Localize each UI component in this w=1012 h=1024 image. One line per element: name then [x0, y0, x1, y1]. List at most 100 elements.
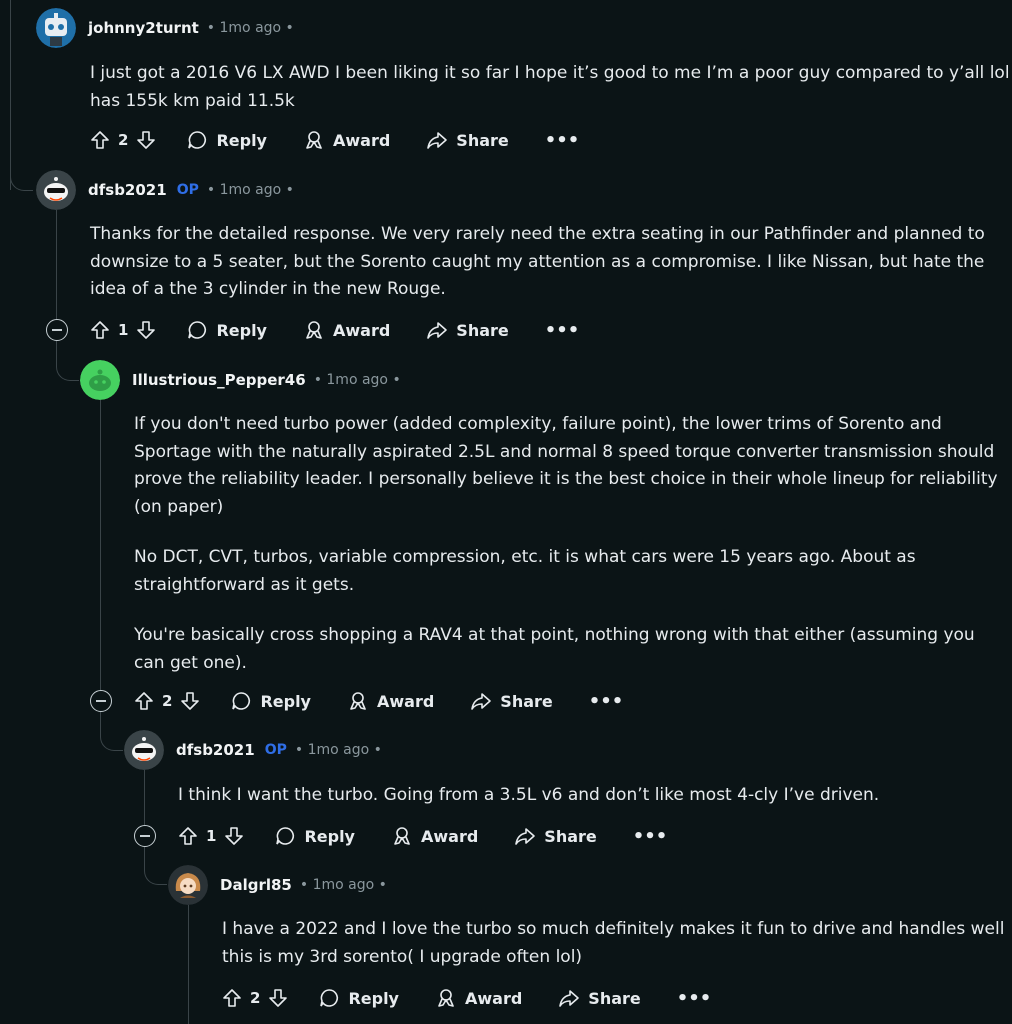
comment-paragraph: I have a 2022 and I love the turbo so mu…: [222, 919, 1005, 967]
award-label: Award: [332, 320, 391, 340]
more-options-icon[interactable]: •••: [589, 691, 624, 712]
thread-line: [188, 905, 189, 1024]
comment-paragraph: Thanks for the detailed response. We ver…: [90, 224, 985, 299]
share-button[interactable]: Share: [558, 987, 641, 1009]
award-label: Award: [464, 988, 523, 1008]
username[interactable]: Dalgrl85: [220, 876, 292, 894]
thread-line: [56, 210, 57, 330]
downvote-icon[interactable]: [224, 826, 244, 846]
thread-line: [144, 770, 145, 825]
award-icon: [347, 690, 369, 712]
comment-header: dfsb2021 OP • 1mo ago •: [124, 730, 382, 770]
upvote-icon[interactable]: [90, 320, 110, 340]
username[interactable]: dfsb2021: [176, 741, 255, 759]
reply-button[interactable]: Reply: [274, 825, 355, 847]
award-icon: [303, 129, 325, 151]
more-options-icon[interactable]: •••: [633, 826, 668, 847]
vote-control: 2: [90, 130, 156, 150]
comment-bubble-icon: [230, 690, 252, 712]
comment-paragraph: I think I want the turbo. Going from a 3…: [178, 785, 880, 805]
award-button[interactable]: Award: [303, 319, 390, 341]
snoo-green-avatar-icon[interactable]: [80, 360, 120, 400]
thread-elbow: [10, 160, 33, 191]
thread-line: [100, 400, 101, 690]
username[interactable]: johnny2turnt: [88, 19, 199, 37]
robot-avatar-icon[interactable]: [36, 8, 76, 48]
share-button[interactable]: Share: [514, 825, 597, 847]
comment-paragraph: I just got a 2016 V6 LX AWD I been likin…: [90, 63, 1010, 111]
downvote-icon[interactable]: [180, 691, 200, 711]
downvote-icon[interactable]: [136, 320, 156, 340]
reply-button[interactable]: Reply: [230, 690, 311, 712]
snoo-sunglasses-avatar-icon[interactable]: [124, 730, 164, 770]
thread-line: [10, 0, 11, 160]
share-icon: [426, 319, 448, 341]
award-icon: [303, 319, 325, 341]
timestamp: • 1mo ago •: [313, 372, 401, 388]
award-label: Award: [420, 826, 479, 846]
more-options-icon[interactable]: •••: [677, 988, 712, 1009]
vote-count: 2: [118, 131, 129, 149]
timestamp: • 1mo ago •: [206, 20, 294, 36]
comment-header: dfsb2021 OP • 1mo ago •: [36, 170, 294, 210]
vote-control: 2: [222, 988, 288, 1008]
vote-count: 2: [162, 692, 173, 710]
share-label: Share: [588, 988, 641, 1008]
share-button[interactable]: Share: [426, 319, 509, 341]
downvote-icon[interactable]: [268, 988, 288, 1008]
collapse-thread-button[interactable]: [134, 825, 156, 847]
reply-button[interactable]: Reply: [186, 319, 267, 341]
share-button[interactable]: Share: [426, 129, 509, 151]
share-icon: [514, 825, 536, 847]
award-button[interactable]: Award: [391, 825, 478, 847]
snoo-sunglasses-avatar-icon[interactable]: [36, 170, 76, 210]
comment-bubble-icon: [186, 319, 208, 341]
comment-paragraph: No DCT, CVT, turbos, variable compressio…: [134, 547, 916, 595]
action-bar: 2 Reply Award Share •••: [222, 982, 711, 1014]
action-bar: 2 Reply Award Share •••: [134, 685, 623, 717]
downvote-icon[interactable]: [136, 130, 156, 150]
collapse-thread-button[interactable]: [90, 690, 112, 712]
op-badge: OP: [176, 182, 199, 198]
award-button[interactable]: Award: [303, 129, 390, 151]
reply-label: Reply: [216, 320, 267, 340]
reply-button[interactable]: Reply: [186, 129, 267, 151]
action-bar: 1 Reply Award Share •••: [90, 314, 579, 346]
action-bar: 1 Reply Award Share •••: [178, 820, 667, 852]
thread-elbow: [56, 340, 79, 381]
action-bar: 2 Reply Award Share •••: [90, 124, 579, 156]
vote-count: 2: [250, 989, 261, 1007]
comment-header: johnny2turnt • 1mo ago •: [36, 8, 294, 48]
award-icon: [391, 825, 413, 847]
award-button[interactable]: Award: [347, 690, 434, 712]
more-options-icon[interactable]: •••: [545, 130, 580, 151]
comment-header: Illustrious_Pepper46 • 1mo ago •: [80, 360, 401, 400]
comment-header: Dalgrl85 • 1mo ago •: [168, 865, 387, 905]
comment-body: If you don't need turbo power (added com…: [134, 411, 1004, 700]
reply-label: Reply: [348, 988, 399, 1008]
more-options-icon[interactable]: •••: [545, 320, 580, 341]
thread-elbow: [100, 712, 123, 751]
share-label: Share: [544, 826, 597, 846]
collapse-thread-button[interactable]: [46, 319, 68, 341]
award-button[interactable]: Award: [435, 987, 522, 1009]
username[interactable]: dfsb2021: [88, 181, 167, 199]
comment-paragraph: You're basically cross shopping a RAV4 a…: [134, 625, 975, 673]
reply-label: Reply: [304, 826, 355, 846]
vote-control: 1: [178, 826, 244, 846]
comment-bubble-icon: [186, 129, 208, 151]
comment-bubble-icon: [274, 825, 296, 847]
upvote-icon[interactable]: [90, 130, 110, 150]
comment-body: Thanks for the detailed response. We ver…: [90, 221, 1012, 327]
username[interactable]: Illustrious_Pepper46: [132, 371, 306, 389]
anime-girl-avatar-icon[interactable]: [168, 865, 208, 905]
upvote-icon[interactable]: [178, 826, 198, 846]
upvote-icon[interactable]: [134, 691, 154, 711]
share-icon: [426, 129, 448, 151]
comment-paragraph: If you don't need turbo power (added com…: [134, 414, 998, 517]
reply-button[interactable]: Reply: [318, 987, 399, 1009]
vote-count: 1: [206, 827, 217, 845]
upvote-icon[interactable]: [222, 988, 242, 1008]
share-button[interactable]: Share: [470, 690, 553, 712]
reply-label: Reply: [260, 691, 311, 711]
